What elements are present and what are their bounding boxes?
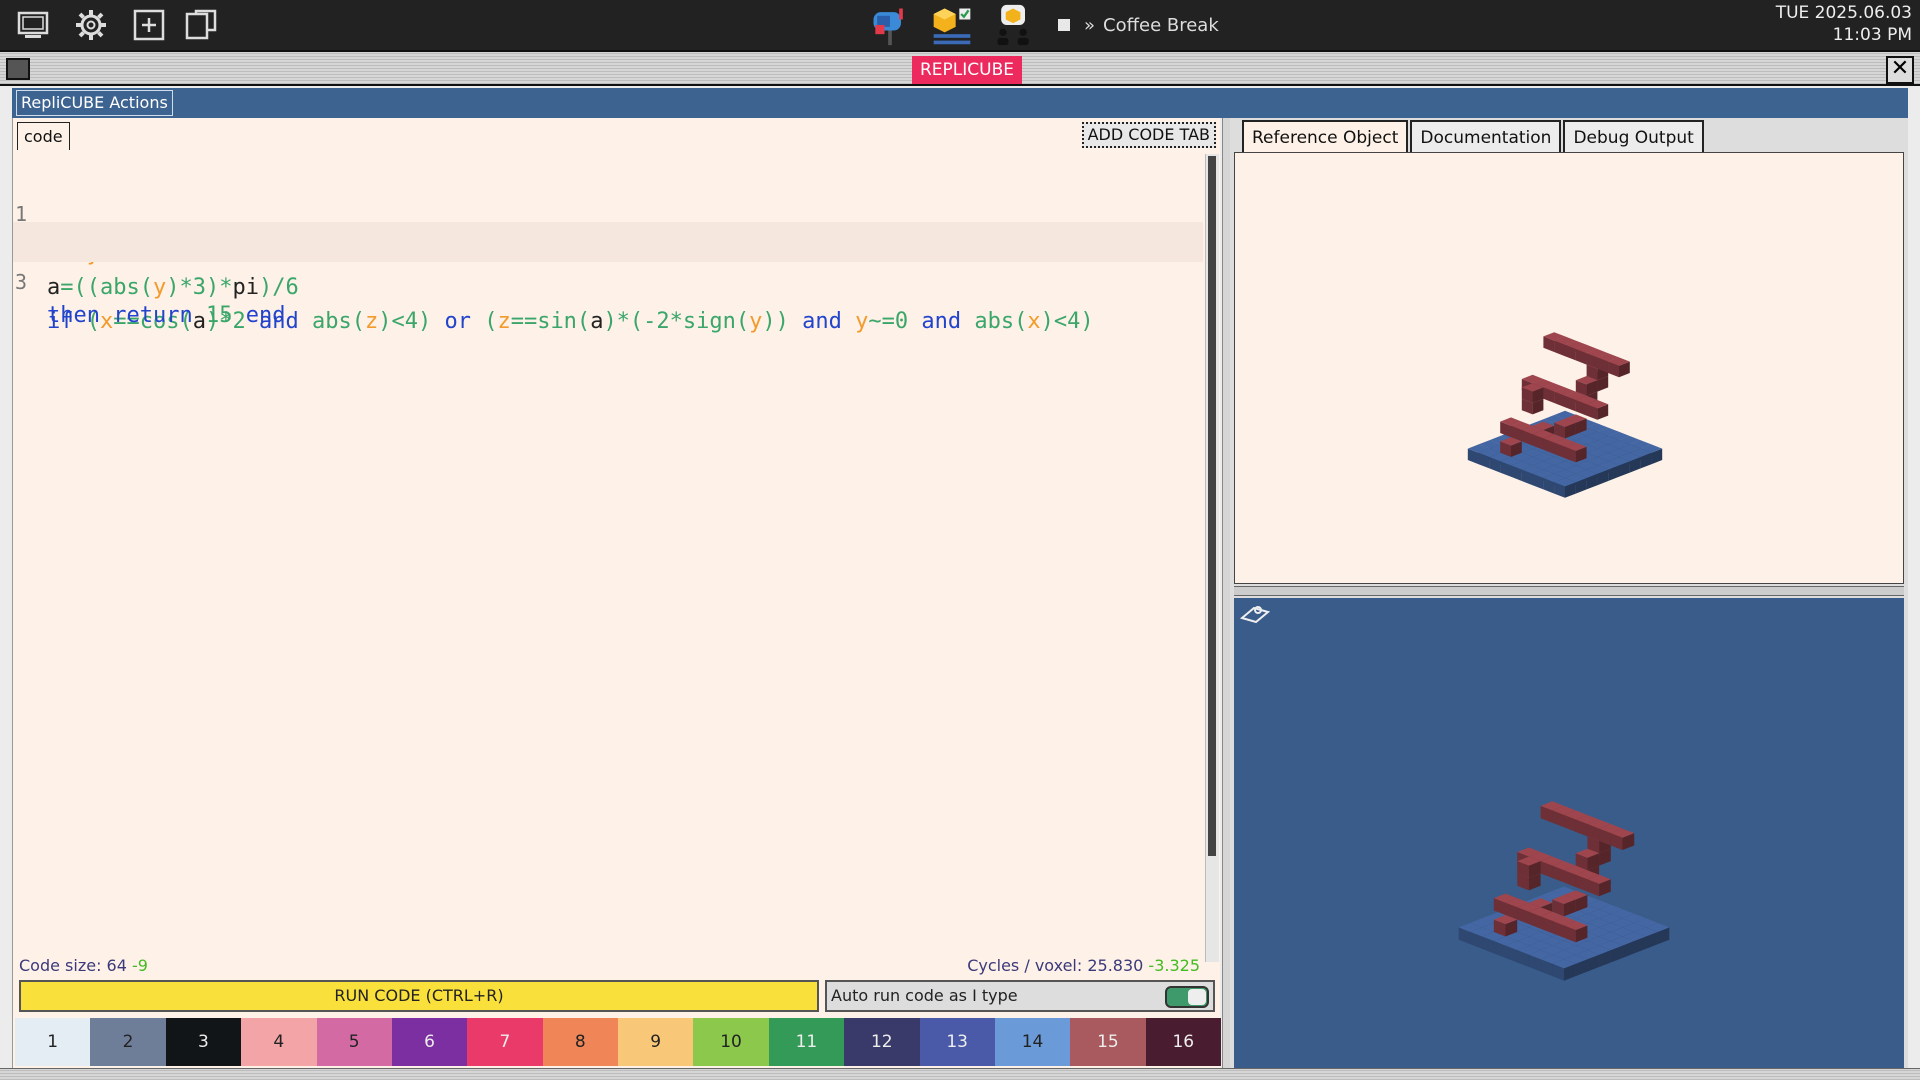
reference-object-viewport[interactable] bbox=[1234, 152, 1904, 584]
color-swatch-12[interactable]: 12 bbox=[844, 1018, 920, 1066]
mailbox-icon[interactable] bbox=[866, 1, 914, 49]
desktop: » Coffee Break TUE 2025.06.03 11:03 PM R… bbox=[0, 0, 1920, 1080]
color-swatch-3[interactable]: 3 bbox=[165, 1018, 242, 1066]
color-swatch-10[interactable]: 10 bbox=[693, 1018, 769, 1066]
tab-reference-object[interactable]: Reference Object bbox=[1242, 120, 1409, 152]
color-palette: 1 2 3 4 5 6 7 8 9 10 11 12 13 14 15 16 bbox=[15, 1018, 1221, 1066]
music-player[interactable]: » Coffee Break bbox=[1084, 15, 1219, 36]
taskbar: » Coffee Break TUE 2025.06.03 11:03 PM bbox=[0, 0, 1920, 50]
clock-date: TUE 2025.06.03 bbox=[1775, 3, 1912, 23]
auto-run-label: Auto run code as I type bbox=[831, 986, 1018, 1005]
cycles-delta: -3.325 bbox=[1148, 956, 1200, 975]
code-editor-pane: code ADD CODE TAB 1 if y==-4 then return… bbox=[12, 118, 1221, 1068]
system-tray: » Coffee Break bbox=[866, 0, 1219, 50]
toggle-knob bbox=[1188, 989, 1206, 1005]
output-object-viewport[interactable] bbox=[1234, 598, 1904, 1068]
code-size-label: Code size: 64 bbox=[19, 956, 127, 975]
clock-time: 11:03 PM bbox=[1832, 25, 1912, 45]
auto-run-option[interactable]: Auto run code as I type bbox=[825, 980, 1215, 1012]
code-size-delta: -9 bbox=[132, 956, 148, 975]
fast-forward-icon: » bbox=[1084, 14, 1096, 36]
color-swatch-6[interactable]: 6 bbox=[391, 1018, 468, 1066]
cube-chat-icon[interactable] bbox=[990, 1, 1038, 49]
music-track-label: Coffee Break bbox=[1103, 14, 1219, 36]
window-titlebar[interactable]: REPLICUBE ✕ bbox=[0, 50, 1920, 86]
preview-pane: Reference Object Documentation Debug Out… bbox=[1230, 118, 1908, 1068]
color-swatch-8[interactable]: 8 bbox=[542, 1018, 618, 1066]
cube-checklist-icon[interactable] bbox=[928, 1, 976, 49]
code-tab[interactable]: code bbox=[17, 122, 70, 150]
color-swatch-16[interactable]: 16 bbox=[1145, 1018, 1221, 1066]
color-swatch-13[interactable]: 13 bbox=[919, 1018, 995, 1066]
pane-splitter[interactable] bbox=[1222, 118, 1230, 1068]
color-swatch-14[interactable]: 14 bbox=[994, 1018, 1071, 1066]
add-window-icon[interactable] bbox=[130, 6, 168, 44]
cycles-readout: Cycles / voxel: 25.830 -3.325 bbox=[967, 956, 1200, 975]
code-line-text: then return 15 end bbox=[47, 303, 286, 328]
color-swatch-4[interactable]: 4 bbox=[241, 1018, 317, 1066]
add-code-tab-button[interactable]: ADD CODE TAB bbox=[1081, 122, 1216, 148]
tab-debug-output[interactable]: Debug Output bbox=[1563, 120, 1704, 152]
color-swatch-11[interactable]: 11 bbox=[768, 1018, 845, 1066]
camera-icon[interactable] bbox=[1239, 602, 1271, 628]
code-line[interactable]: then return 15 end bbox=[13, 256, 1203, 328]
monitor-icon[interactable] bbox=[14, 6, 52, 44]
editor-scrollbar[interactable] bbox=[1205, 154, 1219, 962]
output-voxel-render bbox=[1458, 801, 1670, 981]
clock: TUE 2025.06.03 11:03 PM bbox=[1776, 2, 1912, 46]
color-swatch-9[interactable]: 9 bbox=[618, 1018, 694, 1066]
scrollbar-thumb[interactable] bbox=[1208, 156, 1216, 856]
color-swatch-5[interactable]: 5 bbox=[316, 1018, 392, 1066]
actions-menu[interactable]: RepliCUBE Actions bbox=[16, 90, 173, 116]
color-swatch-7[interactable]: 7 bbox=[467, 1018, 543, 1066]
close-window-button[interactable]: ✕ bbox=[1886, 56, 1914, 84]
reference-voxel-render bbox=[1467, 332, 1663, 498]
viewport-splitter[interactable] bbox=[1234, 586, 1904, 596]
color-swatch-15[interactable]: 15 bbox=[1070, 1018, 1146, 1066]
stop-button[interactable] bbox=[1058, 19, 1070, 31]
run-code-button[interactable]: RUN CODE (CTRL+R) bbox=[19, 980, 819, 1012]
color-swatch-2[interactable]: 2 bbox=[90, 1018, 166, 1066]
window-menu-button[interactable] bbox=[6, 58, 30, 80]
window-title: REPLICUBE bbox=[912, 56, 1023, 84]
windows-icon[interactable] bbox=[182, 6, 220, 44]
gear-icon[interactable] bbox=[72, 6, 110, 44]
actions-bar: RepliCUBE Actions bbox=[12, 88, 1908, 118]
cycles-label: Cycles / voxel: 25.830 bbox=[967, 956, 1144, 975]
auto-run-toggle[interactable] bbox=[1165, 986, 1209, 1008]
color-swatch-1[interactable]: 1 bbox=[15, 1018, 91, 1066]
code-size-readout: Code size: 64 -9 bbox=[19, 956, 148, 975]
preview-tabs: Reference Object Documentation Debug Out… bbox=[1242, 120, 1704, 152]
window-bottom-edge bbox=[0, 1068, 1920, 1080]
tab-documentation[interactable]: Documentation bbox=[1410, 120, 1562, 152]
code-text-area[interactable]: 1 if y==-4 then return 2 end 2 a=((abs(y… bbox=[13, 154, 1203, 874]
